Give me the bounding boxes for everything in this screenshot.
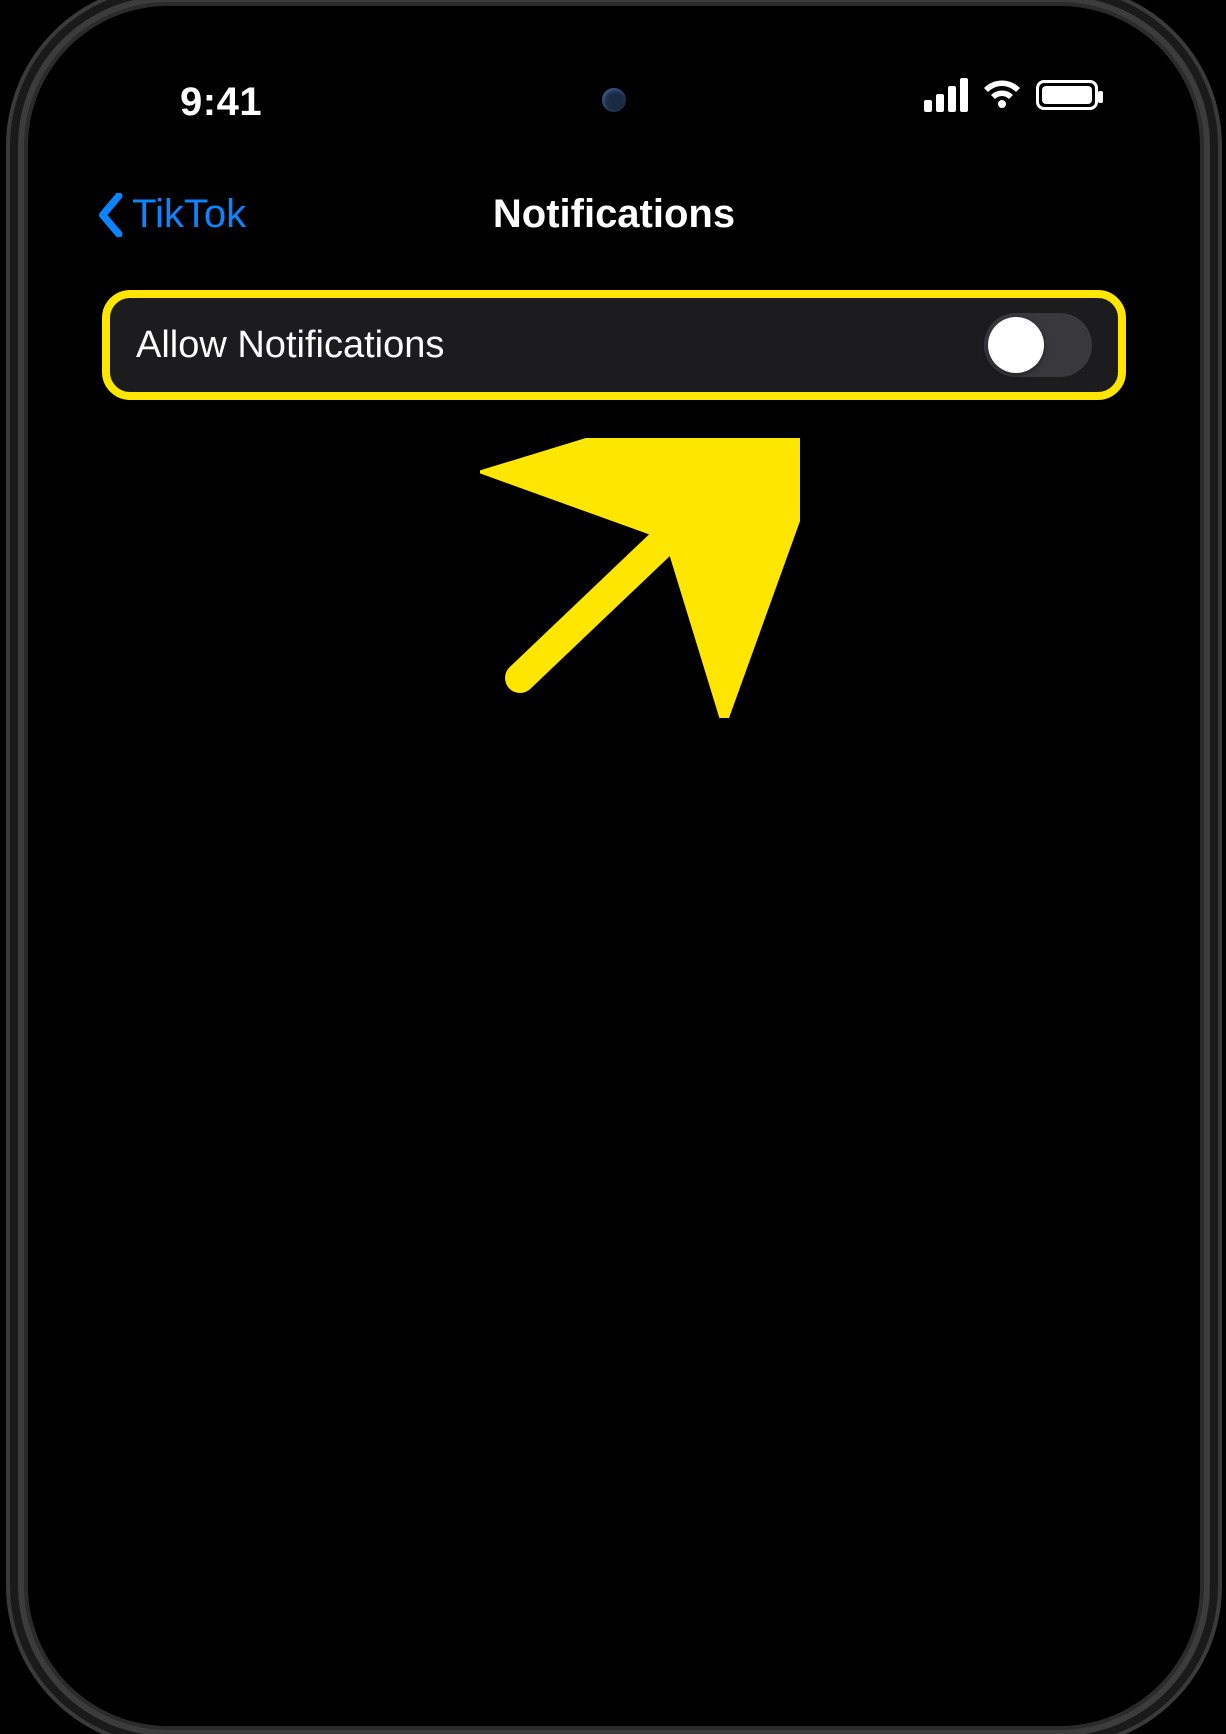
annotation-arrow-icon — [480, 438, 800, 718]
wifi-icon — [982, 78, 1022, 112]
toggle-knob — [988, 317, 1044, 373]
side-button-silence — [14, 320, 26, 392]
navigation-bar: TikTok Notifications — [60, 178, 1168, 258]
phone-frame: 9:41 TikTok Notifications Allow Notifi — [28, 6, 1200, 1726]
allow-notifications-label: Allow Notifications — [136, 324, 444, 367]
phone-screen: 9:41 TikTok Notifications Allow Notifi — [60, 38, 1168, 1694]
side-button-volume-down — [14, 690, 26, 840]
side-button-power — [1200, 610, 1212, 830]
page-title: Notifications — [60, 192, 1168, 237]
settings-group: Allow Notifications — [108, 298, 1120, 392]
front-camera-icon — [602, 88, 626, 112]
status-bar: 9:41 — [60, 76, 1168, 146]
battery-icon — [1036, 80, 1098, 110]
status-indicators — [924, 78, 1098, 112]
allow-notifications-row[interactable]: Allow Notifications — [108, 298, 1120, 392]
allow-notifications-toggle[interactable] — [984, 313, 1092, 377]
side-button-volume-up — [14, 500, 26, 650]
cellular-signal-icon — [924, 78, 968, 112]
status-time: 9:41 — [180, 80, 262, 125]
